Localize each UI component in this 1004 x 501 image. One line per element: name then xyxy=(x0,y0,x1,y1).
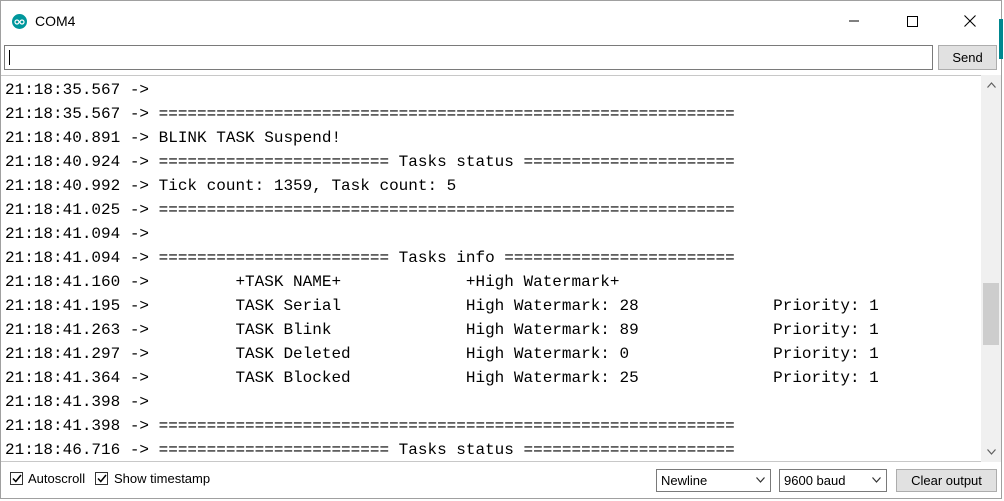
output-line: 21:18:41.160 -> +TASK NAME+ +High Waterm… xyxy=(5,273,620,291)
title-bar[interactable]: COM4 xyxy=(1,1,1001,41)
output-line: 21:18:35.567 -> xyxy=(5,81,150,99)
output-line: 21:18:41.398 -> xyxy=(5,393,150,411)
window-title: COM4 xyxy=(35,13,76,29)
output-line: 21:18:35.567 -> ========================… xyxy=(5,105,735,123)
output-line: 21:18:40.924 -> ========================… xyxy=(5,153,735,171)
serial-input[interactable] xyxy=(4,45,933,70)
autoscroll-checkbox[interactable] xyxy=(10,472,23,485)
show-timestamp-label[interactable]: Show timestamp xyxy=(114,472,210,486)
maximize-icon xyxy=(906,15,918,27)
send-button[interactable]: Send xyxy=(938,45,997,70)
serial-output[interactable]: 21:18:35.567 -> 21:18:35.567 -> ========… xyxy=(1,75,981,462)
minimize-icon xyxy=(849,20,859,22)
baud-rate-value: 9600 baud xyxy=(784,473,846,488)
scroll-down-button[interactable] xyxy=(981,442,1001,462)
maximize-button[interactable] xyxy=(889,1,935,41)
text-caret xyxy=(9,50,10,65)
scrollbar-thumb[interactable] xyxy=(983,283,999,345)
output-line: 21:18:41.263 -> TASK Blink High Watermar… xyxy=(5,321,879,339)
chevron-down-icon xyxy=(986,449,996,455)
status-footer: Autoscroll Show timestamp Newline 9600 b… xyxy=(1,465,1001,497)
chevron-down-icon xyxy=(756,477,765,483)
output-line: 21:18:41.398 -> ========================… xyxy=(5,417,735,435)
chevron-down-icon xyxy=(872,477,881,483)
line-ending-select[interactable]: Newline xyxy=(656,469,771,492)
vertical-scrollbar[interactable] xyxy=(981,75,1001,462)
close-button[interactable] xyxy=(947,1,993,41)
send-row: Send xyxy=(1,43,1001,73)
checkmark-icon xyxy=(96,474,107,483)
checkmark-icon xyxy=(11,474,22,483)
output-line: 21:18:40.891 -> BLINK TASK Suspend! xyxy=(5,129,342,147)
output-line: 21:18:46.716 -> ========================… xyxy=(5,441,735,459)
close-icon xyxy=(964,15,976,27)
chevron-up-icon xyxy=(986,82,996,88)
baud-rate-select[interactable]: 9600 baud xyxy=(779,469,887,492)
line-ending-value: Newline xyxy=(661,473,708,488)
serial-monitor-window: COM4 Send 21:18:35.567 -> 21:18:35.567 -… xyxy=(0,0,1003,499)
output-line: 21:18:41.094 -> ========================… xyxy=(5,249,735,267)
output-line: 21:18:41.297 -> TASK Deleted High Waterm… xyxy=(5,345,879,363)
arduino-icon xyxy=(12,14,27,29)
show-timestamp-checkbox[interactable] xyxy=(95,472,108,485)
output-line: 21:18:41.094 -> xyxy=(5,225,150,243)
scroll-up-button[interactable] xyxy=(981,75,1001,95)
autoscroll-label[interactable]: Autoscroll xyxy=(28,472,85,486)
output-line: 21:18:41.195 -> TASK Serial High Waterma… xyxy=(5,297,879,315)
output-line: 21:18:41.364 -> TASK Blocked High Waterm… xyxy=(5,369,879,387)
output-line: 21:18:40.992 -> Tick count: 1359, Task c… xyxy=(5,177,457,195)
clear-output-button[interactable]: Clear output xyxy=(896,469,997,492)
minimize-button[interactable] xyxy=(831,1,877,41)
output-line: 21:18:41.025 -> ========================… xyxy=(5,201,735,219)
